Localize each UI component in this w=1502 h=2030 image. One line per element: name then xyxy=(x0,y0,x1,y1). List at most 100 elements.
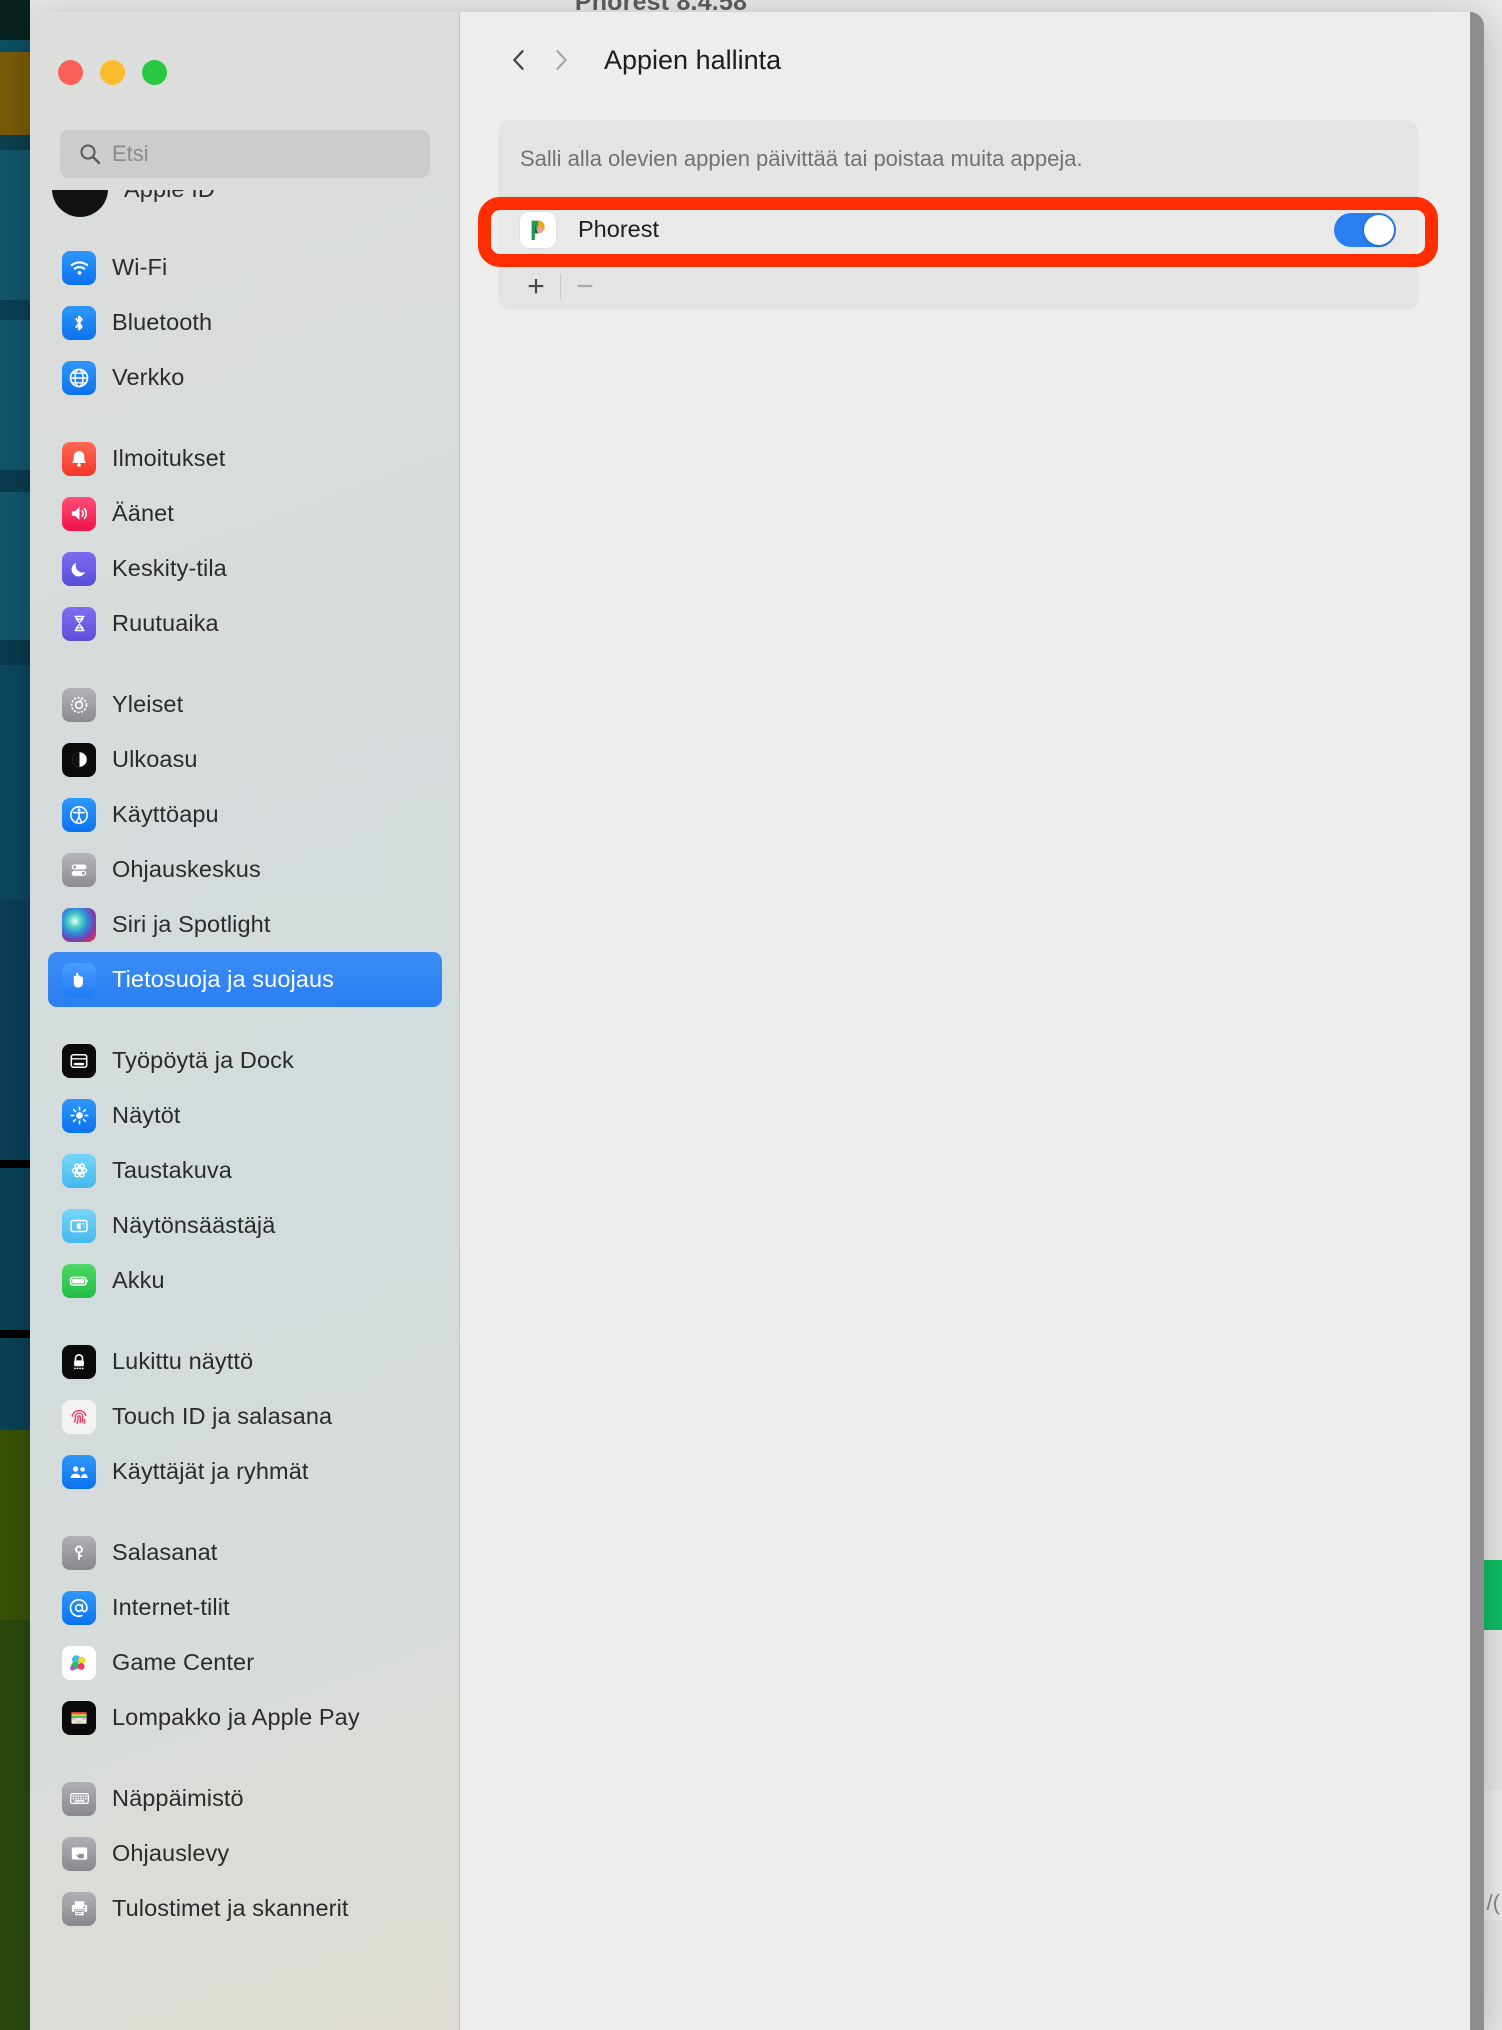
bluetooth-icon xyxy=(62,305,96,340)
panel-description: Salli alla olevien appien päivittää tai … xyxy=(520,146,1083,171)
content-pane: Appien hallinta Salli alla olevien appie… xyxy=(460,12,1484,2030)
siri-icon xyxy=(62,907,96,942)
moon-icon xyxy=(62,551,96,586)
bell-icon xyxy=(62,441,96,476)
sidebar-item-tulostimet-ja-skannerit[interactable]: Tulostimet ja skannerit xyxy=(48,1881,442,1936)
sidebar-item-internet-tilit[interactable]: Internet-tilit xyxy=(48,1580,442,1635)
sidebar-item-label: Tulostimet ja skannerit xyxy=(112,1895,349,1921)
key-icon xyxy=(62,1535,96,1570)
navigation-bar: Appien hallinta xyxy=(460,12,1484,108)
sidebar-item-ulkoasu[interactable]: Ulkoasu xyxy=(48,732,442,787)
sidebar-item-taustakuva[interactable]: Taustakuva xyxy=(48,1143,442,1198)
sidebar-item-label: Tietosuoja ja suojaus xyxy=(112,966,334,992)
hourglass-icon xyxy=(62,606,96,641)
sidebar-item-ruutuaika[interactable]: Ruutuaika xyxy=(48,596,442,651)
battery-icon xyxy=(62,1263,96,1298)
gear-icon xyxy=(62,687,96,722)
remove-app-button[interactable]: − xyxy=(561,267,609,307)
sidebar-item-akku[interactable]: Akku xyxy=(48,1253,442,1308)
sidebar-item-label: Bluetooth xyxy=(112,309,213,335)
app-list-footer: + − xyxy=(498,262,1418,310)
sidebar-item-label: Taustakuva xyxy=(112,1157,232,1183)
sidebar-item-naytonsaastaja[interactable]: Näytönsäästäjä xyxy=(48,1198,442,1253)
app-list: Phorest xyxy=(498,196,1418,262)
phorest-app-icon xyxy=(520,211,556,248)
speaker-icon xyxy=(62,496,96,531)
system-settings-window: Apple ID Wi-Fi Bluetooth Verkko xyxy=(30,12,1484,2030)
window-right-edge xyxy=(1470,12,1484,2030)
search-input[interactable] xyxy=(60,130,430,178)
sidebar-item-label: Näppäimistö xyxy=(112,1785,244,1811)
wallet-icon xyxy=(62,1700,96,1735)
sidebar-item-salasanat[interactable]: Salasanat xyxy=(48,1525,442,1580)
fingerprint-icon xyxy=(62,1399,96,1434)
sidebar-item-game-center[interactable]: Game Center xyxy=(48,1635,442,1690)
sidebar-item-label: Keskity-tila xyxy=(112,555,227,581)
app-row-phorest[interactable]: Phorest xyxy=(498,196,1418,262)
printer-icon xyxy=(62,1891,96,1926)
sidebar-item-label: Ruutuaika xyxy=(112,610,219,636)
sidebar-item-label: Internet-tilit xyxy=(112,1594,230,1620)
sidebar-item-nappaimisto[interactable]: Näppäimistö xyxy=(48,1771,442,1826)
sidebar-item-kayttoapu[interactable]: Käyttöapu xyxy=(48,787,442,842)
sidebar-item-apple-id[interactable]: Apple ID xyxy=(48,190,442,224)
sidebar-item-label: Näytönsäästäjä xyxy=(112,1212,276,1238)
add-app-button[interactable]: + xyxy=(512,267,560,307)
sidebar-item-yleiset[interactable]: Yleiset xyxy=(48,677,442,732)
sidebar-item-lukittu-naytto[interactable]: Lukittu näyttö xyxy=(48,1334,442,1389)
forward-button[interactable] xyxy=(540,39,582,81)
sidebar-item-verkko[interactable]: Verkko xyxy=(48,350,442,405)
sidebar-item-label: Ulkoasu xyxy=(112,746,198,772)
lock-screen-icon xyxy=(62,1344,96,1379)
window-traffic-lights xyxy=(58,60,167,85)
sidebar-item-label: Ilmoitukset xyxy=(112,445,226,471)
desktop-dock-icon xyxy=(62,1043,96,1078)
page-title: Appien hallinta xyxy=(604,44,782,75)
trackpad-icon xyxy=(62,1836,96,1871)
sidebar-item-naytot[interactable]: Näytöt xyxy=(48,1088,442,1143)
appearance-icon xyxy=(62,742,96,777)
sidebar-item-label: Äänet xyxy=(112,500,174,526)
sidebar-item-keskity-tila[interactable]: Keskity-tila xyxy=(48,541,442,596)
toggle-knob xyxy=(1364,214,1394,245)
app-toggle-phorest[interactable] xyxy=(1334,212,1396,247)
brightness-icon xyxy=(62,1098,96,1133)
back-button[interactable] xyxy=(498,39,540,81)
sidebar-item-label: Lompakko ja Apple Pay xyxy=(112,1704,360,1730)
sidebar-item-label: Käyttäjät ja ryhmät xyxy=(112,1458,309,1484)
sidebar-item-label: Lukittu näyttö xyxy=(112,1348,254,1374)
search-field-wrapper xyxy=(60,130,430,178)
sidebar-item-lompakko-ja-apple-pay[interactable]: Lompakko ja Apple Pay xyxy=(48,1690,442,1745)
sidebar-item-label: Ohjauskeskus xyxy=(112,856,261,882)
sidebar-item-label: Akku xyxy=(112,1267,165,1293)
sidebar-item-ohjauslevy[interactable]: Ohjauslevy xyxy=(48,1826,442,1881)
zoom-button[interactable] xyxy=(142,60,167,85)
sidebar-item-label: Verkko xyxy=(112,364,185,390)
sidebar-item-label: Wi-Fi xyxy=(112,254,168,280)
sidebar-item-kayttajat-ja-ryhmat[interactable]: Käyttäjät ja ryhmät xyxy=(48,1444,442,1499)
sidebar-item-label: Näytöt xyxy=(112,1102,181,1128)
sidebar-item-siri-ja-spotlight[interactable]: Siri ja Spotlight xyxy=(48,897,442,952)
keyboard-icon xyxy=(62,1781,96,1816)
sidebar-item-touch-id-ja-salasana[interactable]: Touch ID ja salasana xyxy=(48,1389,442,1444)
minimize-button[interactable] xyxy=(100,60,125,85)
sidebar-item-label: Salasanat xyxy=(112,1539,218,1565)
sidebar-item-label: Apple ID xyxy=(124,190,215,203)
wallpaper-icon xyxy=(62,1153,96,1188)
users-icon xyxy=(62,1454,96,1489)
sidebar-item-wifi[interactable]: Wi-Fi xyxy=(48,240,442,295)
close-button[interactable] xyxy=(58,60,83,85)
sidebar-item-aanet[interactable]: Äänet xyxy=(48,486,442,541)
sidebar-item-ilmoitukset[interactable]: Ilmoitukset xyxy=(48,431,442,486)
sidebar-item-ohjauskeskus[interactable]: Ohjauskeskus xyxy=(48,842,442,897)
accessibility-icon xyxy=(62,797,96,832)
desktop-right-edge-text: /( xyxy=(1486,1890,1500,1915)
sidebar-item-label: Ohjauslevy xyxy=(112,1840,230,1866)
sidebar-item-bluetooth[interactable]: Bluetooth xyxy=(48,295,442,350)
sidebar-scroll-area[interactable]: Apple ID Wi-Fi Bluetooth Verkko xyxy=(30,190,460,2030)
sidebar-item-tyopoyta-ja-dock[interactable]: Työpöytä ja Dock xyxy=(48,1033,442,1088)
app-name: Phorest xyxy=(578,216,659,242)
globe-icon xyxy=(62,360,96,395)
at-sign-icon xyxy=(62,1590,96,1625)
sidebar-item-tietosuoja-ja-suojaus[interactable]: Tietosuoja ja suojaus xyxy=(48,952,442,1007)
